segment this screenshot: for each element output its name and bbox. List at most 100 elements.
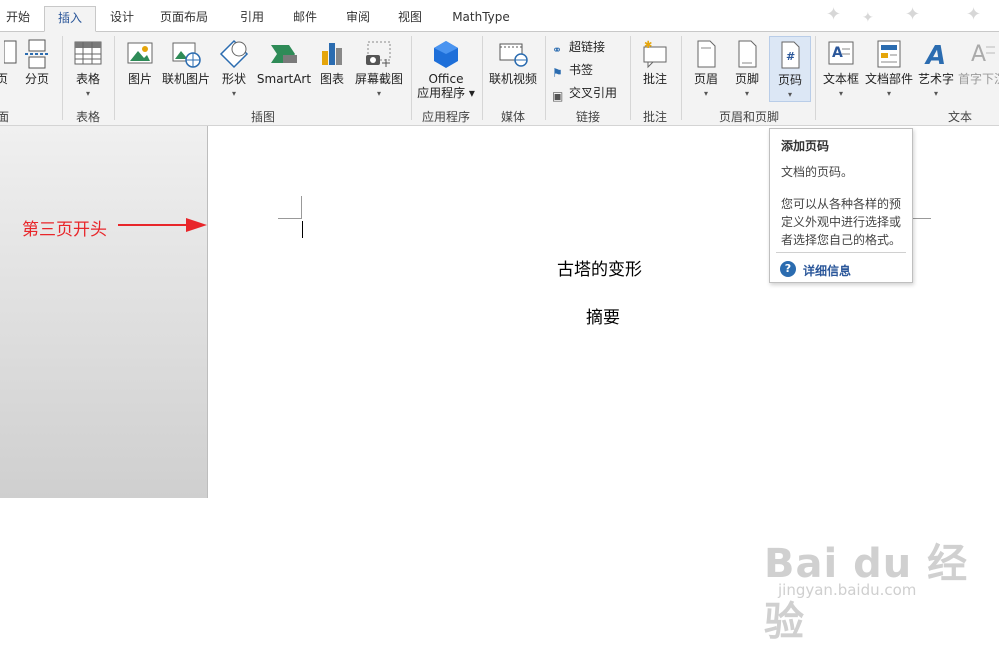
tab-design[interactable]: 设计 — [100, 6, 144, 32]
group-label-pages: 面 — [0, 110, 9, 124]
textbox-button[interactable]: A 文本框 ▾ — [819, 36, 863, 102]
footer-icon — [738, 40, 757, 68]
tab-mailings[interactable]: 邮件 — [283, 6, 327, 32]
tab-home[interactable]: 开始 — [0, 6, 36, 32]
crop-mark — [301, 196, 302, 218]
bird-decoration-icon: ✦ — [966, 4, 982, 25]
page-number-button[interactable]: # 页码 ▾ — [769, 36, 811, 102]
svg-text:A: A — [832, 45, 843, 61]
text-cursor — [302, 221, 303, 238]
tab-view[interactable]: 视图 — [388, 6, 432, 32]
blank-page-label: 页 — [0, 72, 9, 86]
group-label-media: 媒体 — [500, 110, 525, 124]
bookmark-icon: ⚑ — [552, 66, 563, 80]
svg-text:A: A — [924, 41, 946, 69]
dropdown-arrow-icon: ▾ — [838, 89, 844, 98]
smartart-button[interactable]: SmartArt — [254, 36, 314, 102]
table-button[interactable]: 表格 ▾ — [68, 36, 108, 102]
page-number-tooltip: 添加页码 文档的页码。 您可以从各种各样的预定义外观中进行选择或者选择您自己的格… — [769, 128, 913, 283]
chart-button[interactable]: 图表 — [314, 36, 350, 102]
picture-label: 图片 — [127, 72, 152, 86]
page-break-button[interactable]: 分页 — [20, 36, 54, 102]
tab-mathtype[interactable]: MathType — [445, 6, 517, 32]
tab-review[interactable]: 审阅 — [336, 6, 380, 32]
header-label: 页眉 — [693, 72, 718, 86]
document-abstract-heading[interactable]: 摘要 — [586, 303, 620, 328]
group-separator — [545, 36, 546, 120]
quick-parts-button[interactable]: 文档部件 ▾ — [863, 36, 915, 102]
quick-parts-label: 文档部件 — [864, 72, 913, 86]
baidu-watermark-url: jingyan.baidu.com — [778, 581, 917, 599]
crop-mark — [913, 218, 931, 219]
help-icon[interactable]: ? — [780, 261, 796, 277]
footer-label: 页脚 — [734, 72, 759, 86]
cross-reference-button[interactable]: ▣ 交叉引用 — [552, 83, 617, 103]
quick-parts-icon — [877, 40, 901, 68]
bookmark-button[interactable]: ⚑ 书签 — [552, 60, 593, 80]
office-apps-icon — [434, 41, 458, 68]
shapes-button[interactable]: 形状 ▾ — [214, 36, 254, 102]
textbox-icon: A — [828, 41, 854, 65]
group-separator — [482, 36, 483, 120]
group-separator — [681, 36, 682, 120]
group-separator — [815, 36, 816, 120]
screenshot-button[interactable]: 屏幕截图 ▾ — [352, 36, 406, 102]
group-separator — [411, 36, 412, 120]
header-button[interactable]: 页眉 ▾ — [687, 36, 725, 102]
office-apps-button[interactable]: Office 应用程序 ▾ — [414, 36, 478, 102]
drop-cap-icon: A — [971, 42, 995, 67]
online-picture-label: 联机图片 — [161, 72, 210, 86]
picture-button[interactable]: 图片 — [120, 36, 160, 102]
smartart-label: SmartArt — [256, 72, 312, 86]
group-label-illustrations: 插图 — [250, 110, 275, 124]
dropdown-arrow-icon: ▾ — [703, 89, 709, 98]
tooltip-divider — [776, 252, 906, 253]
comment-icon: ✱ — [643, 40, 667, 69]
drop-cap-label: 首字下沉 — [957, 72, 999, 86]
screenshot-icon — [366, 41, 391, 67]
online-video-label: 联机视频 — [488, 72, 537, 86]
office-label: Office — [428, 72, 464, 86]
group-label-table: 表格 — [75, 110, 100, 124]
wordart-button[interactable]: A 艺术字 ▾ — [916, 36, 956, 102]
chart-label: 图表 — [319, 72, 344, 86]
cross-reference-label: 交叉引用 — [569, 86, 618, 100]
ribbon-insert: 页 分页 面 表格 ▾ 表格 图片 联机图片 形状 ▾ SmartArt 图表 … — [0, 32, 999, 126]
online-picture-button[interactable]: 联机图片 — [160, 36, 212, 102]
dropdown-arrow-icon: ▾ — [886, 89, 892, 98]
page-break-icon — [25, 39, 49, 69]
tab-page-layout[interactable]: 页面布局 — [152, 6, 216, 32]
dropdown-arrow-icon: ▾ — [376, 89, 382, 98]
group-label-apps: 应用程序 — [421, 110, 470, 124]
svg-text:✱: ✱ — [644, 40, 652, 51]
dropdown-arrow-icon: ▾ — [85, 89, 91, 98]
bird-decoration-icon: ✦ — [862, 10, 874, 26]
shapes-label: 形状 — [221, 72, 246, 86]
table-icon — [74, 41, 102, 65]
annotation-label: 第三页开头 — [22, 220, 107, 240]
ribbon-tab-bar: 开始 插入 设计 页面布局 引用 邮件 审阅 视图 MathType ✦ ✦ ✦… — [0, 0, 999, 32]
hyperlink-label: 超链接 — [569, 40, 606, 54]
crop-mark — [278, 218, 302, 219]
online-video-icon — [499, 43, 528, 67]
tooltip-more-info-link[interactable]: 详细信息 — [803, 262, 851, 279]
document-title[interactable]: 古塔的变形 — [557, 255, 642, 280]
tab-insert[interactable]: 插入 — [44, 6, 96, 32]
new-comment-button[interactable]: ✱ 批注 — [634, 36, 676, 102]
picture-icon — [127, 42, 153, 64]
online-video-button[interactable]: 联机视频 — [485, 36, 541, 102]
drop-cap-button[interactable]: A 首字下沉 — [956, 36, 999, 102]
svg-text:A: A — [971, 42, 986, 67]
tab-references[interactable]: 引用 — [230, 6, 274, 32]
wordart-icon: A — [924, 41, 946, 69]
footer-button[interactable]: 页脚 ▾ — [728, 36, 766, 102]
bird-decoration-icon: ✦ — [826, 4, 842, 25]
smartart-icon — [271, 45, 297, 63]
hyperlink-button[interactable]: ⚭ 超链接 — [552, 37, 605, 57]
blank-page-button[interactable]: 页 — [0, 36, 17, 102]
wordart-label: 艺术字 — [917, 72, 954, 86]
tooltip-description: 您可以从各种各样的预定义外观中进行选择或者选择您自己的格式。 — [781, 197, 902, 247]
table-label: 表格 — [75, 72, 100, 86]
annotation-arrow-icon — [118, 218, 207, 232]
dropdown-arrow-icon: ▾ — [933, 89, 939, 98]
